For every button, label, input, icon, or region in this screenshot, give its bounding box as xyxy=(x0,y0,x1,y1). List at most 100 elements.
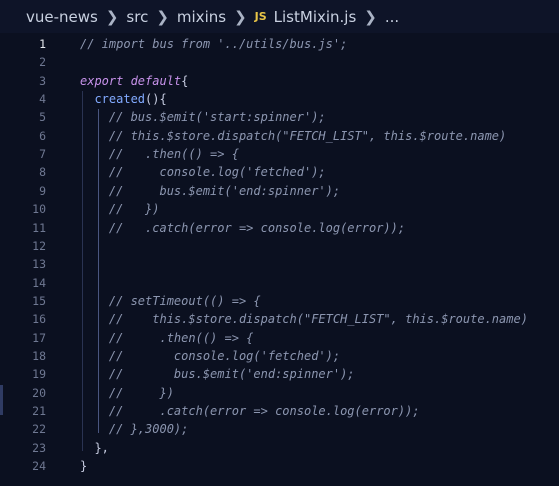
code-line[interactable]: 5 // bus.$emit('start:spinner'); xyxy=(0,108,559,126)
code-token: // },3000); xyxy=(80,422,189,437)
code-line[interactable]: 8 // console.log('fetched'); xyxy=(0,163,559,181)
chevron-right-icon: ❯ xyxy=(364,7,377,26)
line-number: 1 xyxy=(39,37,46,51)
code-line[interactable]: 22 // },3000); xyxy=(0,420,559,438)
line-number: 12 xyxy=(32,238,46,253)
code-line[interactable]: 6 // this.$store.dispatch("FETCH_LIST", … xyxy=(0,127,559,145)
line-code: // .then(() => { xyxy=(80,329,254,347)
line-number: 2 xyxy=(39,55,46,70)
code-token: created xyxy=(94,92,146,107)
code-token: // this.$store.dispatch("FETCH_LIST", th… xyxy=(80,128,507,143)
code-line[interactable]: 11 // .catch(error => console.log(error)… xyxy=(0,219,559,237)
code-line[interactable]: 2 xyxy=(0,53,559,71)
line-code: // console.log('fetched'); xyxy=(80,163,326,181)
line-code: // .then(() => { xyxy=(80,145,239,163)
code-token: }, xyxy=(80,440,109,455)
line-code: // .catch(error => console.log(error)); xyxy=(80,219,405,237)
code-token: // .catch(error => console.log(error)); xyxy=(80,404,420,418)
chevron-right-icon: ❯ xyxy=(234,7,247,26)
code-line[interactable]: 7 // .then(() => { xyxy=(0,145,559,163)
line-code: // console.log('fetched'); xyxy=(80,347,340,365)
breadcrumb: vue-news ❯ src ❯ mixins ❯ JS ListMixin.j… xyxy=(0,0,559,33)
code-token: export default xyxy=(80,73,182,88)
code-token: // bus.$emit('end:spinner'); xyxy=(80,183,341,198)
code-line[interactable]: 1 // import bus from '../utils/bus.js'; xyxy=(0,35,559,53)
code-token: // this.$store.dispatch("FETCH_LIST", th… xyxy=(80,312,528,327)
line-number: 16 xyxy=(32,312,46,327)
chevron-right-icon: ❯ xyxy=(156,7,169,26)
line-code: // setTimeout(() => { xyxy=(80,292,261,310)
breadcrumb-folder-vue-news[interactable]: vue-news xyxy=(26,8,98,26)
code-token: // console.log('fetched'); xyxy=(80,348,341,363)
line-number: 18 xyxy=(32,348,46,363)
line-code: // this.$store.dispatch("FETCH_LIST", th… xyxy=(80,310,528,328)
line-number: 7 xyxy=(39,147,46,162)
line-number: 8 xyxy=(39,165,46,180)
code-token: } xyxy=(80,459,88,474)
line-number: 5 xyxy=(39,110,46,125)
line-code: } xyxy=(80,457,87,475)
line-number: 15 xyxy=(32,293,46,308)
code-line[interactable]: 19 // bus.$emit('end:spinner'); xyxy=(0,365,559,383)
line-number: 14 xyxy=(32,275,46,290)
code-line[interactable]: 20 // }) xyxy=(0,384,559,402)
code-line[interactable]: 21 // .catch(error => console.log(error)… xyxy=(0,402,559,420)
line-code: created(){ xyxy=(80,90,166,108)
line-code: // import bus from '../utils/bus.js'; xyxy=(80,35,347,53)
code-token: // .then(() => { xyxy=(80,330,254,345)
line-number: 10 xyxy=(32,202,46,217)
code-token: // console.log('fetched'); xyxy=(80,165,326,180)
code-line[interactable]: 18 // console.log('fetched'); xyxy=(0,347,559,365)
code-line[interactable]: 13 xyxy=(0,255,559,273)
line-number: 19 xyxy=(32,367,46,382)
code-token: // setTimeout(() => { xyxy=(80,293,261,308)
line-code: // bus.$emit('end:spinner'); xyxy=(80,365,355,383)
line-number: 13 xyxy=(32,257,46,272)
breadcrumb-folder-src[interactable]: src xyxy=(126,8,148,26)
line-code: // this.$store.dispatch("FETCH_LIST", th… xyxy=(80,127,506,145)
code-line[interactable]: 15 // setTimeout(() => { xyxy=(0,292,559,310)
line-number: 21 xyxy=(32,404,46,418)
chevron-right-icon: ❯ xyxy=(105,7,119,26)
breadcrumb-file-listmixin[interactable]: ListMixin.js xyxy=(274,8,357,26)
code-token: // .then(() => { xyxy=(80,147,239,162)
code-area[interactable]: 1// import bus from '../utils/bus.js'; 2 3… xyxy=(0,33,559,486)
code-line[interactable]: 10 // }) xyxy=(0,200,559,218)
line-code: // .catch(error => console.log(error)); xyxy=(80,402,420,420)
code-token: // }) xyxy=(80,385,174,400)
line-number: 11 xyxy=(32,220,46,235)
line-number: 22 xyxy=(32,422,46,437)
line-code: }, xyxy=(80,439,109,457)
code-token: // .catch(error => console.log(error)); xyxy=(80,220,406,235)
code-token: // import bus from '../utils/bus.js'; xyxy=(80,37,348,51)
line-code: // }) xyxy=(80,200,160,218)
line-number: 4 xyxy=(39,92,46,107)
code-editor[interactable]: vue-news ❯ src ❯ mixins ❯ JS ListMixin.j… xyxy=(0,0,559,486)
code-token: // }) xyxy=(80,202,160,217)
code-token: // bus.$emit('end:spinner'); xyxy=(80,367,355,382)
line-code: // bus.$emit('start:spinner'); xyxy=(80,108,326,126)
breadcrumb-folder-mixins[interactable]: mixins xyxy=(177,8,226,26)
code-line[interactable]: 14 xyxy=(0,274,559,292)
code-line[interactable]: 3 export default{ xyxy=(0,72,559,90)
line-number: 9 xyxy=(39,183,46,198)
line-number: 3 xyxy=(39,73,46,88)
line-code: // }) xyxy=(80,384,174,402)
line-code: export default{ xyxy=(80,72,188,90)
code-token: { xyxy=(181,73,189,88)
breadcrumb-symbols[interactable]: ... xyxy=(385,8,399,26)
code-line[interactable]: 16 // this.$store.dispatch("FETCH_LIST",… xyxy=(0,310,559,328)
line-code: // },3000); xyxy=(80,420,188,438)
line-code: // bus.$emit('end:spinner'); xyxy=(80,182,340,200)
line-number: 6 xyxy=(39,128,46,143)
line-number: 23 xyxy=(32,440,46,455)
code-line[interactable]: 9 // bus.$emit('end:spinner'); xyxy=(0,182,559,200)
code-line[interactable]: 17 // .then(() => { xyxy=(0,329,559,347)
code-line[interactable]: 12 xyxy=(0,237,559,255)
code-line[interactable]: 24} xyxy=(0,457,559,475)
line-number: 24 xyxy=(32,459,46,474)
code-line[interactable]: 4 created(){ xyxy=(0,90,559,108)
line-number: 17 xyxy=(32,330,46,345)
code-line[interactable]: 23 }, xyxy=(0,439,559,457)
